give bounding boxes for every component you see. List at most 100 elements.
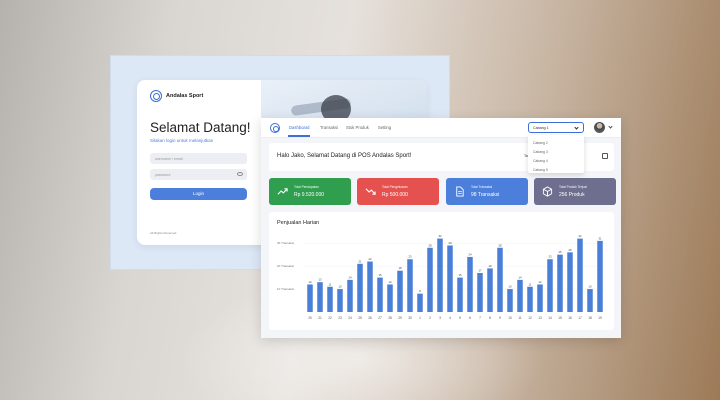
brand-logo-icon [150,90,162,102]
x-tick-label: 26 [368,316,372,320]
bar[interactable] [347,279,353,312]
bar[interactable] [497,247,503,312]
x-tick-label: 6 [469,316,471,320]
bar[interactable] [537,284,543,312]
bar-value-label: 22 [368,257,372,261]
stat-card-pengeluaran: Total Pengeluaran Rp 500.000 [357,178,439,205]
bar[interactable] [307,284,313,312]
username-placeholder: username / email [155,156,183,161]
stat-card-transaksi: Total Transaksi 98 Transaksi [446,178,528,205]
bar-value-label: 14 [518,275,522,279]
bar[interactable] [417,293,423,312]
bar[interactable] [567,252,573,312]
branch-option[interactable]: Cabang 4 [528,156,584,165]
bar-value-label: 29 [448,241,452,245]
bar-value-label: 8 [419,289,421,293]
trend-up-icon [277,188,288,195]
x-tick-label: 30 [408,316,412,320]
bar[interactable] [577,238,583,312]
user-avatar[interactable] [594,122,605,133]
nav-transaksi[interactable]: Transaksi [320,125,338,130]
bar-value-label: 23 [408,255,412,259]
bar[interactable] [337,289,343,312]
stat-label: Total Produk Terjual [559,185,587,189]
bar[interactable] [447,245,453,312]
stat-label: Total Pengeluaran [382,185,408,189]
login-form: Andalas Sport Selamat Datang! Silakan lo… [137,80,261,245]
welcome-subtitle: Silakan login untuk melanjutkan [150,138,214,143]
bar[interactable] [437,238,443,312]
bar-value-label: 32 [438,234,442,238]
x-tick-label: 15 [558,316,562,320]
branch-option[interactable]: Cabang 5 [528,165,584,174]
stat-value: 98 Transaksi [471,192,500,198]
bar[interactable] [477,273,483,312]
bar-value-label: 32 [578,234,582,238]
x-tick-label: 22 [328,316,332,320]
nav-logo-icon[interactable] [270,123,280,133]
bar[interactable] [387,284,393,312]
branch-option[interactable]: Cabang 3 [528,147,584,156]
x-tick-label: 1 [419,316,421,320]
x-tick-label: 2 [429,316,431,320]
bar-value-label: 11 [529,282,532,286]
x-tick-label: 23 [338,316,342,320]
username-field[interactable]: username / email [150,153,247,164]
stat-value: Rp 9.520.000 [294,192,325,198]
bar-value-label: 31 [598,236,602,240]
nav-setting[interactable]: Setting [378,125,391,130]
brand-name: Andalas Sport [166,93,204,99]
x-tick-label: 19 [598,316,602,320]
bar-value-label: 19 [488,264,492,268]
nav-dashboard[interactable]: Dashboard [289,125,310,130]
calendar-icon[interactable] [602,153,608,159]
bar[interactable] [367,261,373,312]
bar[interactable] [397,270,403,312]
x-tick-label: 27 [378,316,382,320]
bar-value-label: 12 [308,280,312,284]
bar-value-label: 28 [428,243,432,247]
x-tick-label: 29 [398,316,402,320]
bar[interactable] [557,254,563,312]
daily-sales-chart: 30 Transaksi20 Transaksi10 Transaksi1220… [277,234,605,320]
bar-value-label: 10 [338,285,342,289]
bar-value-label: 15 [458,273,462,277]
bar[interactable] [327,286,333,312]
brand: Andalas Sport [150,90,248,102]
y-tick-label: 30 Transaksi [277,241,294,245]
copyright-text: All Rights Reserved [150,231,177,235]
bar[interactable] [427,247,433,312]
bar-value-label: 21 [358,259,362,263]
x-tick-label: 17 [578,316,582,320]
bar[interactable] [357,263,363,312]
nav-stok-produk[interactable]: Stok Produk [346,125,369,130]
x-tick-label: 10 [508,316,512,320]
chevron-down-icon [574,124,579,130]
bar[interactable] [517,279,523,312]
bar[interactable] [467,256,473,312]
bar-value-label: 12 [388,280,392,284]
greeting-text: Halo Jako, Selamat Datang di POS Andalas… [277,153,412,159]
chevron-down-icon[interactable] [608,124,613,129]
bar[interactable] [507,289,513,312]
bar[interactable] [587,289,593,312]
bar[interactable] [317,282,323,312]
stat-value: Rp 500.000 [382,192,408,198]
branch-option[interactable]: Cabang 2 [528,138,584,147]
bar[interactable] [547,259,553,312]
bar-value-label: 13 [318,278,322,282]
bar[interactable] [487,268,493,312]
bar[interactable] [597,240,603,312]
login-button[interactable]: Login [150,188,247,200]
branch-select[interactable]: Cabang 1 [528,122,584,133]
bar[interactable] [457,277,463,312]
eye-icon[interactable] [237,172,243,176]
x-tick-label: 14 [548,316,552,320]
bar[interactable] [527,286,533,312]
bar-value-label: 18 [398,266,402,270]
bar[interactable] [377,277,383,312]
bar[interactable] [407,259,413,312]
welcome-title: Selamat Datang! [150,120,251,135]
password-field[interactable]: password [150,169,247,180]
trend-down-icon [365,188,376,195]
